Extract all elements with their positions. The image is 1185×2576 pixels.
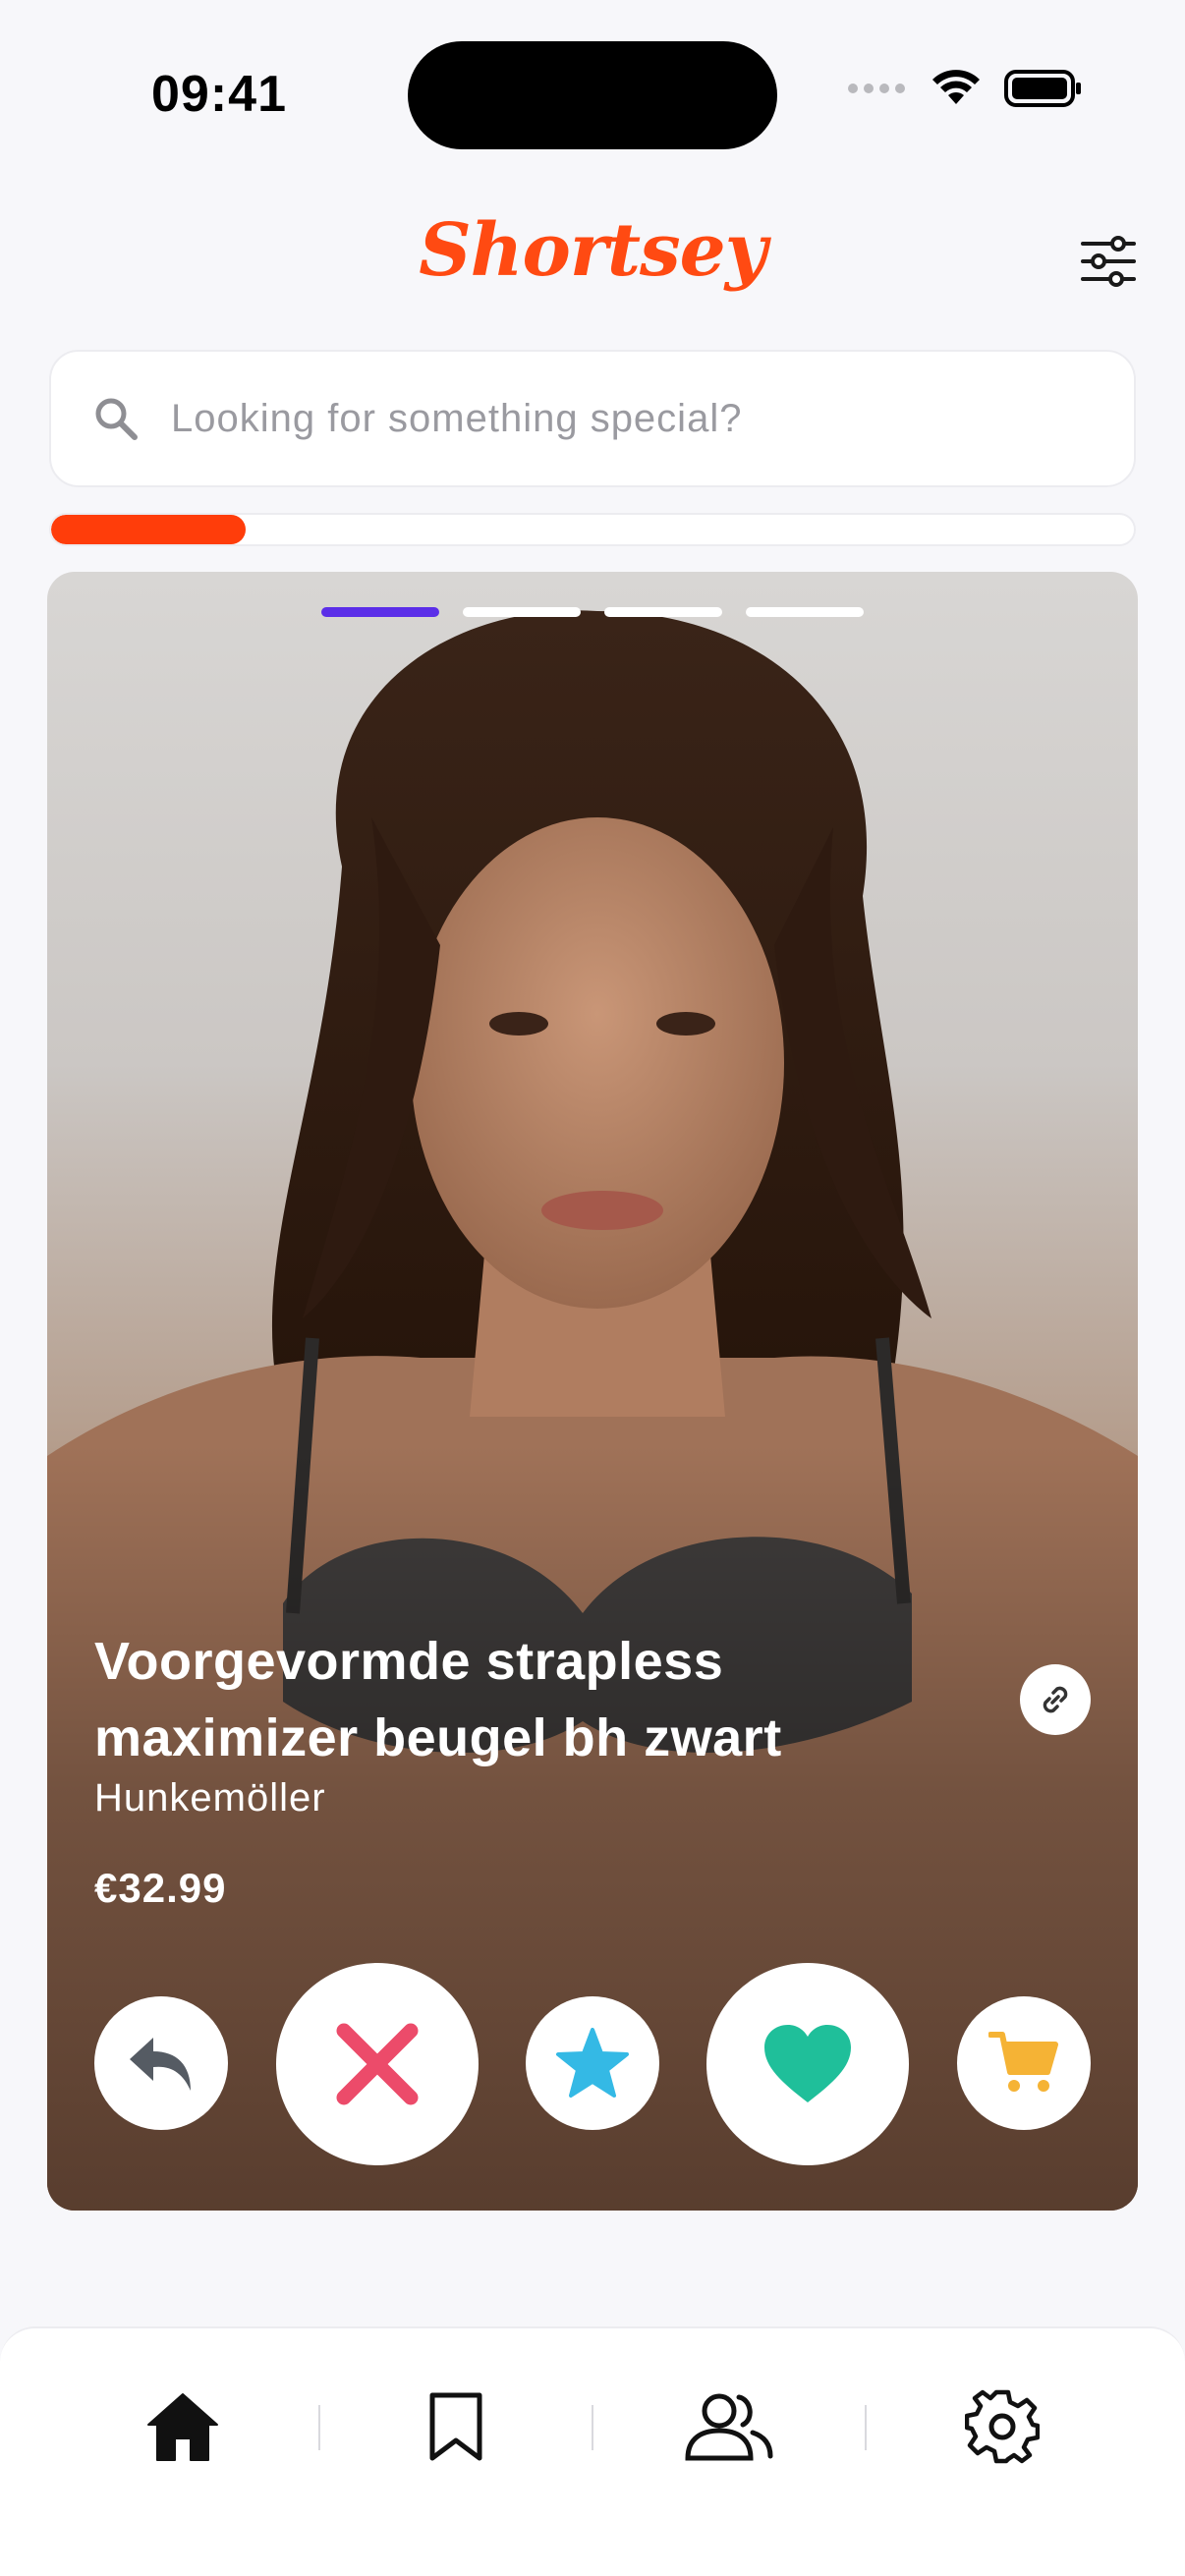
status-icons — [847, 69, 1083, 108]
heart-icon — [764, 2025, 851, 2102]
cart-icon — [988, 2032, 1058, 2092]
filter-button[interactable] — [1079, 232, 1138, 291]
progress-fill — [51, 515, 247, 544]
star-icon — [556, 2028, 629, 2098]
product-title-line: Voorgevormde strapless — [94, 1632, 724, 1691]
nav-divider — [318, 2405, 320, 2450]
signal-icon — [848, 84, 905, 93]
home-icon — [147, 2393, 218, 2461]
share-link-button[interactable] — [1020, 1664, 1091, 1735]
bottom-nav — [0, 2326, 1185, 2576]
product-price: €32.99 — [94, 1865, 227, 1911]
product-title-line: maximizer beugel bh zwart — [94, 1708, 782, 1767]
product-card[interactable]: Voorgevormde strapless maximizer beugel … — [47, 572, 1138, 2211]
image-indicator-dot — [463, 607, 581, 617]
add-to-cart-button[interactable] — [957, 1996, 1091, 2130]
nav-saved[interactable] — [397, 2368, 515, 2486]
search-icon — [95, 398, 138, 440]
wifi-icon — [932, 70, 980, 104]
nav-settings[interactable] — [943, 2368, 1061, 2486]
image-indicator-dot — [321, 607, 439, 617]
bookmark-icon — [429, 2392, 482, 2461]
x-icon — [336, 2023, 419, 2105]
battery-icon — [1004, 70, 1081, 107]
gear-icon — [965, 2389, 1040, 2464]
superlike-button[interactable] — [526, 1996, 659, 2130]
sliders-icon — [1081, 236, 1136, 287]
progress-bar — [49, 513, 1136, 546]
app-logo: Shortsey — [419, 208, 767, 293]
undo-button[interactable] — [94, 1996, 228, 2130]
image-indicator — [47, 607, 1138, 617]
dislike-button[interactable] — [276, 1963, 479, 2165]
image-indicator-dot — [604, 607, 722, 617]
app-screen: 09:41 Shortsey Looking for something spe… — [0, 0, 1185, 2576]
nav-friends[interactable] — [670, 2368, 788, 2486]
nav-divider — [592, 2405, 593, 2450]
nav-home[interactable] — [124, 2368, 242, 2486]
product-title: Voorgevormde strapless maximizer beugel … — [94, 1623, 979, 1776]
like-button[interactable] — [706, 1963, 909, 2165]
status-time: 09:41 — [151, 66, 287, 123]
undo-arrow-icon — [130, 2038, 191, 2091]
users-icon — [685, 2393, 773, 2461]
dynamic-island — [408, 41, 777, 149]
product-brand: Hunkemöller — [94, 1776, 326, 1820]
link-icon — [1043, 1686, 1068, 1713]
search-input[interactable] — [171, 396, 1055, 441]
nav-divider — [865, 2405, 867, 2450]
search-bar[interactable] — [49, 350, 1136, 487]
image-indicator-dot — [746, 607, 864, 617]
